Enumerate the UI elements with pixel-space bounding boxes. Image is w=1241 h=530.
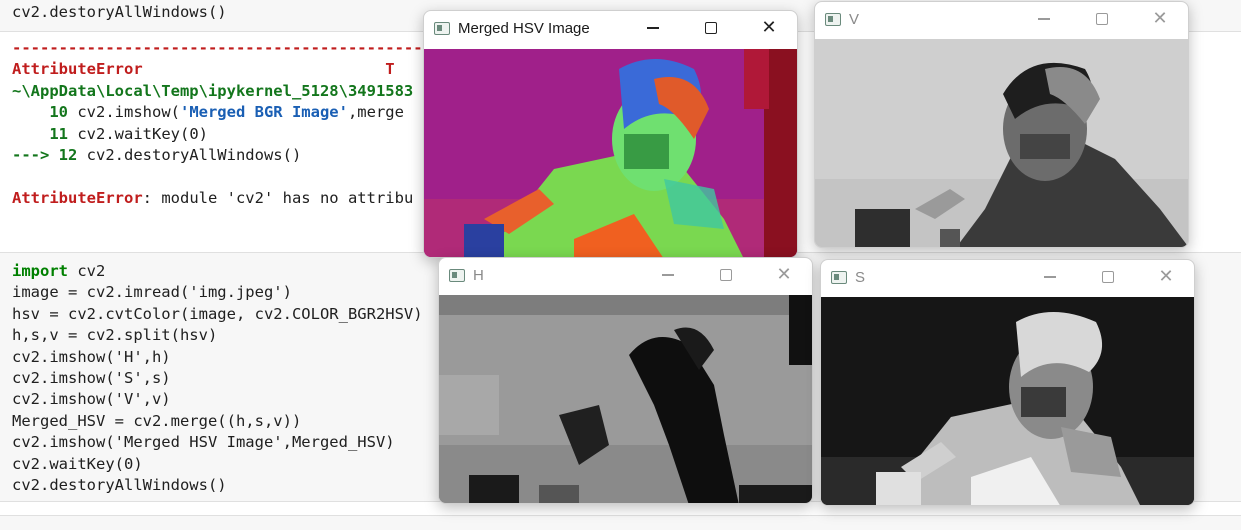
window-title: H xyxy=(473,267,484,284)
error-dashes: ----------------------------------------… xyxy=(12,39,460,57)
minimize-button[interactable] xyxy=(1021,2,1067,36)
maximize-icon xyxy=(705,22,717,34)
code-line-6: cv2.imshow('S',s) xyxy=(12,369,171,388)
window-title: Merged HSV Image xyxy=(458,20,590,37)
code-line-4: h,s,v = cv2.split(hsv) xyxy=(12,326,218,345)
close-button[interactable]: ✕ xyxy=(746,11,792,45)
close-icon: ✕ xyxy=(1152,8,1168,29)
close-button[interactable]: ✕ xyxy=(1137,2,1183,36)
code-keyword: import xyxy=(12,262,68,280)
next-code-cell[interactable] xyxy=(0,515,1241,530)
close-icon: ✕ xyxy=(1158,266,1174,287)
minimize-icon xyxy=(1038,18,1050,20)
line-number-11: 11 xyxy=(49,124,68,143)
window-app-icon xyxy=(831,271,847,284)
maximize-button[interactable] xyxy=(703,258,749,292)
titlebar[interactable]: Merged HSV Image ✕ xyxy=(424,11,797,47)
close-button[interactable]: ✕ xyxy=(1143,260,1189,294)
maximize-icon xyxy=(720,269,732,281)
maximize-button[interactable] xyxy=(688,11,734,45)
maximize-button[interactable] xyxy=(1085,260,1131,294)
window-title: V xyxy=(849,11,860,28)
line10-string: 'Merged BGR Image' xyxy=(179,103,348,122)
merged-hsv-image xyxy=(424,49,797,257)
window-app-icon xyxy=(825,13,841,26)
code-line-2: image = cv2.imread('img.jpeg') xyxy=(12,283,292,302)
line-12-arrow: ---> 12 xyxy=(12,146,78,165)
titlebar[interactable]: S ✕ xyxy=(821,260,1194,296)
previous-code-line: cv2.destoryAllWindows() xyxy=(12,3,227,21)
minimize-icon xyxy=(647,27,659,29)
window-app-icon xyxy=(434,22,450,35)
code-line-11: cv2.destoryAllWindows() xyxy=(12,476,227,495)
line-number-10: 10 xyxy=(49,103,68,122)
titlebar[interactable]: H ✕ xyxy=(439,258,812,294)
error-output: ----------------------------------------… xyxy=(12,38,460,209)
error-message-name: AttributeError xyxy=(12,188,143,207)
s-channel-image xyxy=(821,297,1194,505)
minimize-icon xyxy=(1044,276,1056,278)
window-title: S xyxy=(855,269,866,286)
minimize-button[interactable] xyxy=(630,11,676,45)
code-line-1-rest: cv2 xyxy=(68,262,106,280)
error-name: AttributeError xyxy=(12,60,143,79)
minimize-icon xyxy=(662,274,674,276)
code-line-10: cv2.waitKey(0) xyxy=(12,454,143,473)
error-message-text: : module 'cv2' has no attribu xyxy=(142,188,414,207)
minimize-button[interactable] xyxy=(1027,260,1073,294)
maximize-icon xyxy=(1096,13,1108,25)
code-line-7: cv2.imshow('V',v) xyxy=(12,390,171,409)
line12-code: cv2.destoryAllWindows() xyxy=(77,146,302,165)
code-line-5: cv2.imshow('H',h) xyxy=(12,347,171,366)
close-button[interactable]: ✕ xyxy=(761,258,807,292)
window-app-icon xyxy=(449,269,465,282)
titlebar[interactable]: V ✕ xyxy=(815,2,1188,38)
line11-code: cv2.waitKey(0) xyxy=(68,124,208,143)
minimize-button[interactable] xyxy=(645,258,691,292)
code-line-8: Merged_HSV = cv2.merge((h,s,v)) xyxy=(12,411,302,430)
close-icon: ✕ xyxy=(761,17,777,38)
h-channel-image xyxy=(439,295,812,503)
traceback-header-fragment: T xyxy=(385,60,395,79)
code-editor[interactable]: import cv2 image = cv2.imread('img.jpeg'… xyxy=(12,261,423,496)
v-channel-image xyxy=(815,39,1188,247)
error-path: ~\AppData\Local\Temp\ipykernel_5128\3491… xyxy=(12,81,414,100)
window-v[interactable]: V ✕ xyxy=(814,1,1189,248)
close-icon: ✕ xyxy=(776,264,792,285)
line10-code-pre: cv2.imshow( xyxy=(68,103,180,122)
window-s[interactable]: S ✕ xyxy=(820,259,1195,506)
window-merged-hsv[interactable]: Merged HSV Image ✕ xyxy=(423,10,798,258)
maximize-button[interactable] xyxy=(1079,2,1125,36)
line10-code-post: ,merge xyxy=(347,103,404,122)
window-h[interactable]: H ✕ xyxy=(438,257,813,504)
code-line-9: cv2.imshow('Merged HSV Image',Merged_HSV… xyxy=(12,433,395,452)
code-line-3: hsv = cv2.cvtColor(image, cv2.COLOR_BGR2… xyxy=(12,304,423,323)
maximize-icon xyxy=(1102,271,1114,283)
